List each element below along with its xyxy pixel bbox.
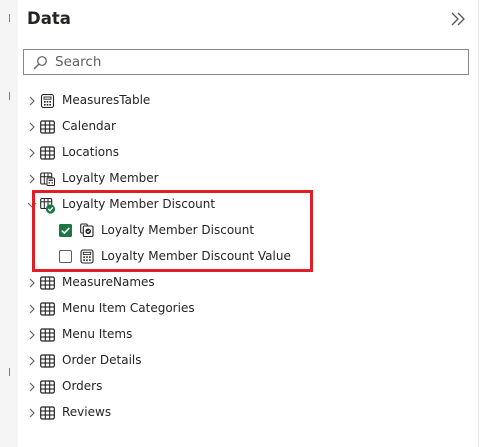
chevron-right-icon[interactable]	[27, 382, 37, 392]
chevron-right-icon[interactable]	[27, 330, 37, 340]
table-item-label: MeasuresTable	[62, 93, 151, 107]
table-icon	[40, 302, 55, 316]
table-item-label: Menu Items	[62, 327, 133, 341]
table-item-measurestable[interactable]: MeasuresTable	[18, 88, 458, 114]
field-item-label: Loyalty Member Discount Value	[101, 249, 291, 263]
edge-tick	[9, 92, 10, 100]
chevron-down-icon[interactable]	[27, 200, 37, 210]
field-item-loyalty-member-discount-value[interactable]: Loyalty Member Discount Value	[18, 244, 458, 270]
table-item-label: Locations	[62, 145, 120, 159]
search-icon	[33, 56, 47, 70]
chevron-right-icon[interactable]	[27, 356, 37, 366]
edge-tick	[9, 14, 10, 22]
chevron-right-icon[interactable]	[27, 278, 37, 288]
calculated-table-with-check-icon	[40, 197, 56, 214]
table-item-label: Order Details	[62, 353, 142, 367]
data-pane: Data Search MeasuresTable Calendar Locat…	[18, 0, 479, 447]
table-item-measurenames[interactable]: MeasureNames	[18, 270, 458, 296]
table-item-menu-items[interactable]: Menu Items	[18, 322, 458, 348]
checkbox-checked[interactable]	[59, 224, 72, 237]
checkbox-unchecked[interactable]	[59, 250, 72, 263]
field-item-loyalty-member-discount[interactable]: Loyalty Member Discount	[18, 218, 458, 244]
table-item-order-details[interactable]: Order Details	[18, 348, 458, 374]
table-item-label: Orders	[62, 379, 103, 393]
double-chevron-right-icon	[451, 12, 465, 26]
table-item-label: Calendar	[62, 119, 116, 133]
chevron-right-icon[interactable]	[27, 148, 37, 158]
table-icon	[40, 276, 55, 290]
table-item-menu-item-categories[interactable]: Menu Item Categories	[18, 296, 458, 322]
table-item-label: Loyalty Member Discount	[62, 197, 216, 211]
table-item-orders[interactable]: Orders	[18, 374, 458, 400]
table-icon	[40, 406, 55, 420]
search-box[interactable]: Search	[23, 49, 469, 75]
table-item-label: MeasureNames	[62, 275, 155, 289]
table-icon	[40, 380, 55, 394]
chevron-right-icon[interactable]	[27, 304, 37, 314]
field-item-label: Loyalty Member Discount	[101, 223, 255, 237]
table-item-locations[interactable]: Locations	[18, 140, 458, 166]
left-edge-strip	[0, 0, 18, 447]
chevron-right-icon[interactable]	[27, 96, 37, 106]
table-item-label: Menu Item Categories	[62, 301, 195, 315]
measures-table-icon	[40, 94, 55, 108]
search-placeholder: Search	[55, 54, 102, 70]
chevron-right-icon[interactable]	[27, 408, 37, 418]
parameter-field-icon	[80, 223, 94, 238]
table-item-loyalty-member-discount[interactable]: Loyalty Member Discount	[18, 192, 458, 218]
table-item-label: Loyalty Member	[62, 171, 159, 185]
chevron-right-icon[interactable]	[27, 174, 37, 184]
measure-icon	[80, 249, 94, 264]
table-item-calendar[interactable]: Calendar	[18, 114, 458, 140]
table-icon	[40, 146, 55, 160]
collapse-pane-button[interactable]	[447, 8, 469, 30]
edge-tick	[9, 368, 10, 376]
table-item-loyalty-member[interactable]: Loyalty Member	[18, 166, 458, 192]
table-item-label: Reviews	[62, 405, 112, 419]
table-item-reviews[interactable]: Reviews	[18, 400, 458, 426]
table-icon	[40, 120, 55, 134]
calculated-table-icon	[40, 172, 55, 186]
chevron-right-icon[interactable]	[27, 122, 37, 132]
table-icon	[40, 354, 55, 368]
table-icon	[40, 328, 55, 342]
pane-title: Data	[27, 9, 71, 28]
